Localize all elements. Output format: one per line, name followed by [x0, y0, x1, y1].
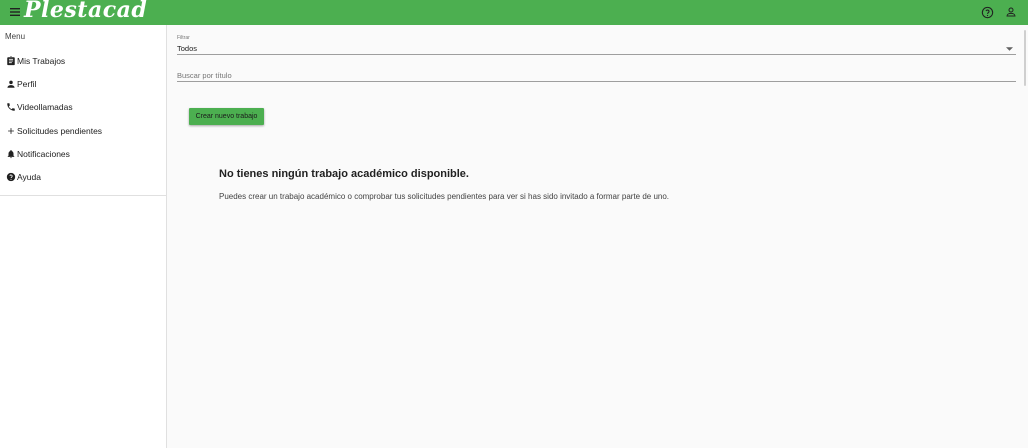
empty-state-description: Puedes crear un trabajo académico o comp… — [219, 192, 670, 201]
help-circle-icon[interactable] — [979, 4, 995, 20]
sidebar-item-label: Videollamadas — [17, 102, 73, 113]
sidebar-item-label: Perfil — [17, 78, 37, 89]
plus-icon — [5, 125, 16, 136]
sidebar-item-label: Notificaciones — [17, 148, 70, 159]
main-content: Filtrar Todos Crear nuevo trabajo No tie… — [177, 25, 1016, 448]
sidebar-nav: Mis Trabajos Perfil Videollamadas Solici… — [0, 49, 166, 196]
search-input[interactable] — [177, 69, 1016, 82]
sidebar-item-solicitudes-pendientes[interactable]: Solicitudes pendientes — [0, 119, 166, 142]
sidebar-item-ayuda[interactable]: Ayuda — [0, 165, 166, 188]
app-logo[interactable]: Plestacad — [24, 0, 147, 23]
caret-down-icon — [1006, 44, 1013, 53]
filter-label: Filtrar — [177, 35, 190, 41]
sidebar-item-perfil[interactable]: Perfil — [0, 72, 166, 95]
sidebar-title: Menu — [5, 32, 26, 41]
phone-icon — [5, 102, 16, 113]
filter-select[interactable]: Todos — [177, 42, 1016, 55]
bell-icon — [5, 148, 16, 159]
help-icon — [5, 172, 16, 183]
sidebar-item-mis-trabajos[interactable]: Mis Trabajos — [0, 49, 166, 72]
scrollbar[interactable] — [1024, 30, 1026, 86]
sidebar: Menu Mis Trabajos Perfil Videollamadas S… — [0, 25, 167, 448]
empty-state-title: No tienes ningún trabajo académico dispo… — [219, 168, 469, 180]
sidebar-item-label: Ayuda — [17, 172, 41, 183]
person-icon — [5, 78, 16, 89]
app-header: Plestacad — [0, 0, 1028, 25]
clipboard-icon — [5, 55, 16, 66]
hamburger-menu-icon[interactable] — [8, 5, 22, 19]
create-work-button[interactable]: Crear nuevo trabajo — [189, 108, 264, 125]
person-icon[interactable] — [1003, 4, 1019, 20]
sidebar-item-label: Mis Trabajos — [17, 55, 66, 66]
sidebar-item-videollamadas[interactable]: Videollamadas — [0, 96, 166, 119]
filter-selected-value: Todos — [177, 43, 198, 53]
sidebar-item-label: Solicitudes pendientes — [17, 125, 103, 136]
sidebar-item-notificaciones[interactable]: Notificaciones — [0, 142, 166, 165]
